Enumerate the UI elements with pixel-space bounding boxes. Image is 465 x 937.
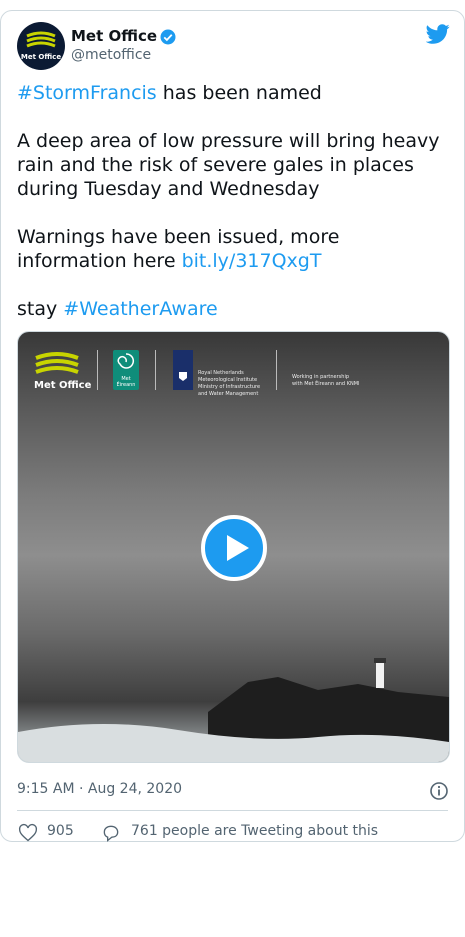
met-office-logo-text: Met Office bbox=[34, 380, 92, 391]
tweet-text: #StormFrancis has been named A deep area… bbox=[17, 81, 447, 321]
hashtag-stormfrancis[interactable]: #StormFrancis bbox=[17, 82, 157, 104]
tweet-paragraph-4: stay bbox=[17, 298, 64, 320]
logo-divider bbox=[276, 350, 277, 390]
verified-badge-icon bbox=[160, 29, 176, 45]
like-count[interactable]: 905 bbox=[47, 823, 74, 839]
hashtag-weatheraware[interactable]: #WeatherAware bbox=[63, 298, 217, 320]
swirl-icon bbox=[117, 353, 135, 369]
reply-icon[interactable] bbox=[101, 823, 121, 843]
coastline-scene bbox=[18, 658, 449, 762]
tweeting-about-link[interactable]: 761 people are Tweeting about this bbox=[131, 823, 378, 839]
partnership-text: Working in partnership with Met Éireann … bbox=[292, 374, 360, 387]
heart-icon[interactable] bbox=[18, 823, 38, 843]
tweet-paragraph-2: A deep area of low pressure will bring h… bbox=[17, 130, 446, 200]
met-office-logo-icon bbox=[35, 352, 79, 374]
logo-divider bbox=[155, 350, 156, 390]
info-icon[interactable] bbox=[429, 781, 449, 801]
met-eireann-text: Met Éireann bbox=[116, 376, 136, 388]
video-player[interactable]: Met Office Met Éireann Royal Netherlands… bbox=[17, 331, 450, 763]
divider bbox=[17, 810, 448, 811]
play-icon[interactable] bbox=[201, 515, 267, 581]
knmi-logo bbox=[173, 350, 193, 390]
tweet-line1: has been named bbox=[156, 82, 322, 104]
twitter-bird-icon[interactable] bbox=[426, 22, 450, 46]
logo-divider bbox=[97, 350, 98, 390]
tweet-card: Met Office Met Office @metoffice #StormF… bbox=[0, 10, 465, 842]
avatar[interactable]: Met Office bbox=[17, 22, 65, 70]
knmi-text: Royal Netherlands Meteorological Institu… bbox=[198, 370, 261, 397]
met-eireann-logo: Met Éireann bbox=[113, 350, 139, 390]
crest-icon bbox=[179, 372, 187, 381]
partner-logo-bar: Met Office Met Éireann Royal Netherlands… bbox=[18, 332, 449, 402]
tweet-link[interactable]: bit.ly/317QxgT bbox=[182, 250, 322, 272]
avatar-label: Met Office bbox=[20, 53, 62, 61]
account-handle[interactable]: @metoffice bbox=[71, 47, 151, 63]
account-name[interactable]: Met Office bbox=[71, 27, 157, 45]
tweet-timestamp[interactable]: 9:15 AM · Aug 24, 2020 bbox=[17, 781, 182, 797]
